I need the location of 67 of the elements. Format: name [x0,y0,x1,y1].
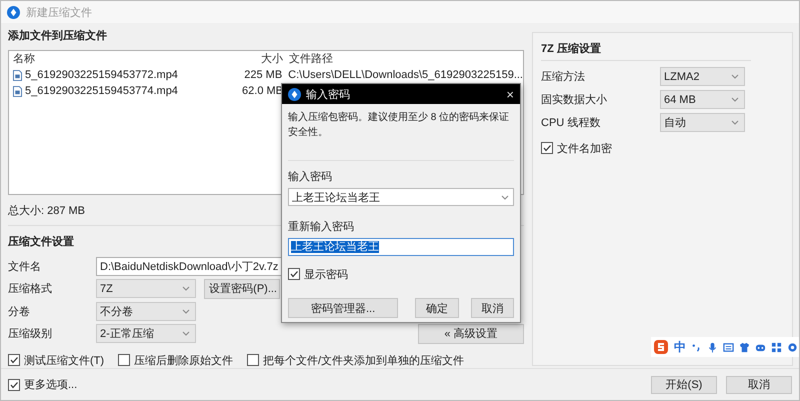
password-field[interactable]: 上老王论坛当老王 [288,188,514,206]
checkbox-option[interactable]: 更多选项... [8,376,78,392]
cancel-button[interactable]: 取消 [726,376,792,394]
close-button[interactable]: × [506,86,514,102]
dialog-title: 输入密码 [306,88,350,102]
section-title: 添加文件到压缩文件 [8,28,107,44]
checkmark-icon [289,269,299,279]
checkmark-icon [9,355,19,366]
password-manager-button[interactable]: 密码管理器... [288,298,398,318]
file-name: 5_6192903225159453772.mp4 [25,68,178,83]
app-logo-icon [288,88,301,100]
app-logo-icon [7,6,20,18]
advanced-settings-button[interactable]: « 高级设置 [418,324,524,344]
shirt-icon[interactable] [739,342,750,352]
dropdown[interactable]: 2-正常压缩 [96,324,196,344]
dropdown[interactable]: 7Z [96,279,196,298]
chevron-down-icon [182,331,190,336]
repeat-password-field[interactable]: 上老王论坛当老王 [288,238,514,256]
field-label: 重新输入密码 [288,220,355,235]
cancel-button[interactable]: 取消 [470,298,514,318]
field-label: 输入密码 [288,170,333,185]
keyboard-icon[interactable] [723,342,734,352]
field-label: 固实数据大小 [541,92,608,107]
start-button[interactable]: 开始(S) [651,376,717,394]
section-title: 压缩文件设置 [8,234,74,250]
field-label: CPU 线程数 [541,116,602,130]
chevron-down-icon [501,194,509,200]
set-password-button[interactable]: 设置密码(P)... [204,278,280,299]
dropdown[interactable]: LZMA2 [660,67,745,86]
field-label: 压缩格式 [8,282,53,296]
microphone-icon[interactable] [707,342,718,352]
checkbox-option[interactable]: 显示密码 [288,266,514,282]
dialog-description: 输入压缩包密码。建议使用至少 8 位的密码来保证安全性。 [288,110,510,140]
file-size: 225 MB [243,68,282,83]
column-header[interactable]: 大小 [233,51,283,67]
chevron-down-icon [182,286,190,292]
dropdown[interactable]: 不分卷 [96,302,196,321]
column-header[interactable]: 名称 [13,51,233,67]
field-label: 压缩方法 [541,70,586,84]
dropdown[interactable]: 自动 [660,113,745,132]
video-file-icon [13,70,22,80]
total-size: 总大小: 287 MB [8,204,86,219]
checkbox-option[interactable]: 把每个文件/文件夹添加到单独的压缩文件 [247,352,464,368]
file-name: 5_6192903225159453774.mp4 [25,84,178,99]
dropdown[interactable]: 64 MB [660,90,745,109]
checkbox-option[interactable]: 压缩后删除原始文件 [118,352,234,368]
input-mode-toggle[interactable]: 中 [674,338,686,356]
chevron-down-icon [731,120,739,125]
checkmark-icon [542,143,552,153]
ok-button[interactable]: 确定 [415,298,459,318]
field-label: 压缩级别 [8,326,53,342]
chevron-down-icon [731,97,739,102]
punctuation-icon[interactable] [691,342,702,352]
field-label: 文件名 [8,260,42,274]
window-title: 新建压缩文件 [26,6,92,20]
video-file-icon [13,86,22,96]
ime-logo-icon[interactable] [653,339,669,355]
chevron-down-icon [182,308,190,314]
file-path: C:\Users\DELL\Downloads\5_6192903225159... [287,68,523,83]
checkmark-icon [9,380,19,390]
column-header[interactable]: 文件路径 [283,51,333,67]
field-label: 分卷 [8,304,31,319]
checkbox-option[interactable]: 文件名加密 [541,140,784,156]
chevron-down-icon [731,74,739,79]
section-title: 7Z 压缩设置 [541,42,602,57]
grid-icon[interactable] [771,342,782,352]
checkbox-option[interactable]: 测试压缩文件(T) [8,352,104,368]
